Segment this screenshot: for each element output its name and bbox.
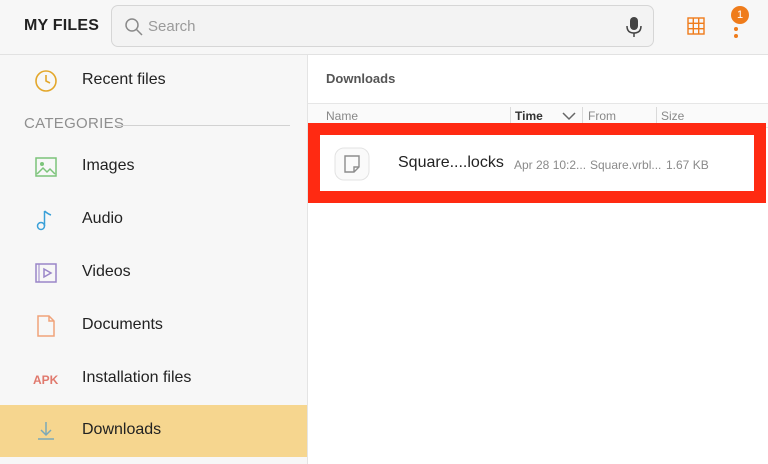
sidebar-item-downloads[interactable]: Downloads (0, 405, 307, 457)
categories-header: CATEGORIES (24, 115, 125, 132)
clock-icon (35, 70, 57, 92)
divider (116, 125, 290, 126)
file-list-panel: Downloads Name Time From Size Square....… (308, 55, 768, 464)
search-input[interactable] (148, 15, 618, 37)
video-icon (35, 263, 57, 283)
app-title: MY FILES (24, 17, 100, 34)
svg-text:APK: APK (33, 373, 59, 387)
file-time: Apr 28 10:2... (514, 158, 587, 172)
sidebar-item-videos[interactable]: Videos (0, 247, 307, 299)
microphone-icon[interactable] (625, 16, 643, 38)
sidebar-item-label: Images (82, 157, 135, 174)
search-icon (125, 18, 143, 36)
sidebar-item-label: Documents (82, 316, 163, 333)
column-time[interactable]: Time (515, 109, 543, 123)
file-name: Square....locks (398, 154, 504, 171)
grid-view-icon[interactable] (687, 17, 705, 35)
apk-icon: APK (33, 373, 59, 387)
top-bar: MY FILES 1 (0, 0, 768, 55)
file-size: 1.67 KB (666, 158, 709, 172)
sidebar-item-label: Recent files (82, 71, 166, 88)
document-icon (37, 315, 55, 337)
sidebar-item-recent-files[interactable]: Recent files (0, 55, 307, 107)
sidebar-item-documents[interactable]: Documents (0, 300, 307, 352)
chevron-down-icon[interactable] (562, 112, 576, 121)
sidebar-item-audio[interactable]: Audio (0, 194, 307, 246)
image-icon (35, 157, 57, 177)
sidebar-item-label: Downloads (82, 421, 162, 438)
current-path: Downloads (326, 71, 396, 86)
file-from: Square.vrbl... (590, 158, 662, 172)
column-name[interactable]: Name (326, 109, 358, 123)
sidebar-item-images[interactable]: Images (0, 141, 307, 193)
music-note-icon (36, 210, 52, 231)
search-bar[interactable] (111, 5, 654, 47)
file-icon (334, 147, 370, 181)
sidebar-item-installation-files[interactable]: APK Installation files (0, 353, 307, 405)
column-from[interactable]: From (588, 109, 616, 123)
highlight-box: Square....locks Apr 28 10:2... Square.vr… (308, 123, 766, 203)
sidebar-item-label: Videos (82, 263, 131, 280)
column-size[interactable]: Size (661, 109, 684, 123)
sidebar-item-label: Installation files (82, 369, 192, 386)
sidebar-item-label: Audio (82, 210, 123, 227)
download-icon (38, 422, 54, 440)
file-row[interactable]: Square....locks Apr 28 10:2... Square.vr… (320, 135, 754, 191)
notification-badge: 1 (731, 6, 749, 24)
sidebar: Recent files CATEGORIES Images Audio Vid… (0, 55, 308, 464)
